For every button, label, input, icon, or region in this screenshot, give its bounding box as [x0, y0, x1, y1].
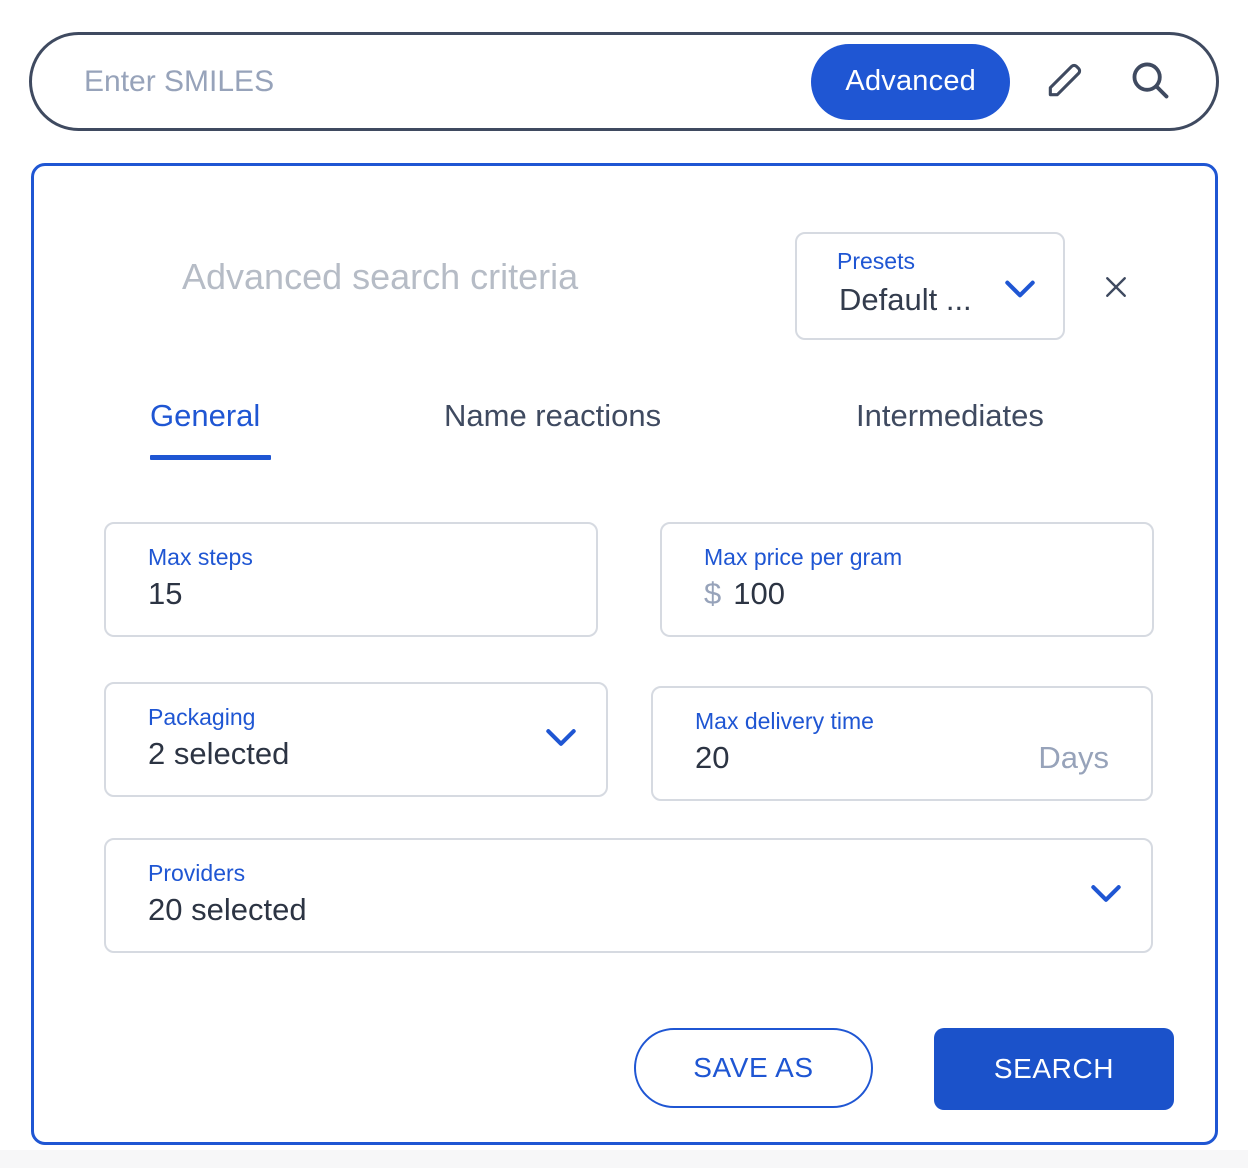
advanced-button[interactable]: Advanced [811, 43, 1010, 120]
max-steps-label: Max steps [148, 544, 253, 570]
providers-dropdown[interactable]: Providers 20 selected [104, 838, 1153, 953]
chevron-down-icon [1087, 880, 1125, 911]
max-price-value-row: $ 100 [704, 576, 1110, 612]
save-as-button[interactable]: SAVE AS [634, 1028, 873, 1108]
smiles-search-bar: Advanced [29, 32, 1219, 131]
chevron-down-icon [1001, 276, 1039, 307]
packaging-value: 2 selected [148, 736, 290, 771]
max-steps-value[interactable]: 15 [148, 576, 182, 612]
max-price-value[interactable]: 100 [733, 576, 785, 612]
max-steps-value-row: 15 [148, 576, 554, 612]
max-steps-field[interactable]: Max steps 15 [104, 522, 598, 637]
tab-intermediates[interactable]: Intermediates [856, 398, 1044, 434]
search-submit-button[interactable] [1110, 42, 1190, 122]
max-price-label: Max price per gram [704, 544, 903, 570]
providers-value: 20 selected [148, 892, 307, 927]
search-input[interactable] [32, 51, 812, 112]
packaging-value-row: 2 selected [148, 736, 564, 772]
pencil-icon [1043, 58, 1087, 105]
close-icon [1101, 272, 1131, 305]
panel-header: Advanced search criteria Presets Default… [34, 166, 1215, 352]
page-background-strip [0, 1150, 1248, 1168]
providers-label: Providers [148, 860, 246, 886]
max-price-field[interactable]: Max price per gram $ 100 [660, 522, 1154, 637]
packaging-label: Packaging [148, 704, 256, 730]
tab-general[interactable]: General [150, 398, 260, 434]
presets-label: Presets [837, 248, 915, 274]
providers-value-row: 20 selected [148, 892, 1109, 928]
edit-button[interactable] [1024, 42, 1106, 122]
currency-symbol: $ [704, 576, 722, 611]
tab-bar: General Name reactions Intermediates [34, 398, 1215, 468]
presets-dropdown[interactable]: Presets Default ... [795, 232, 1065, 340]
max-delivery-time-field[interactable]: Max delivery time 20 Days [651, 686, 1153, 801]
chevron-down-icon [542, 724, 580, 755]
advanced-search-panel: Advanced search criteria Presets Default… [31, 163, 1218, 1145]
delivery-unit-label: Days [1038, 740, 1109, 775]
search-button[interactable]: SEARCH [934, 1028, 1174, 1110]
max-delivery-time-value[interactable]: 20 [695, 740, 729, 776]
search-icon [1127, 57, 1173, 106]
tab-name-reactions[interactable]: Name reactions [444, 398, 661, 434]
panel-actions: SAVE AS SEARCH [34, 1028, 1215, 1110]
page-title: Advanced search criteria [182, 256, 579, 297]
max-delivery-value-row: 20 Days [695, 740, 1109, 776]
packaging-dropdown[interactable]: Packaging 2 selected [104, 682, 608, 797]
close-button[interactable] [1094, 266, 1138, 310]
presets-value: Default ... [839, 282, 972, 317]
max-delivery-time-label: Max delivery time [695, 708, 874, 734]
active-tab-indicator [150, 455, 271, 460]
